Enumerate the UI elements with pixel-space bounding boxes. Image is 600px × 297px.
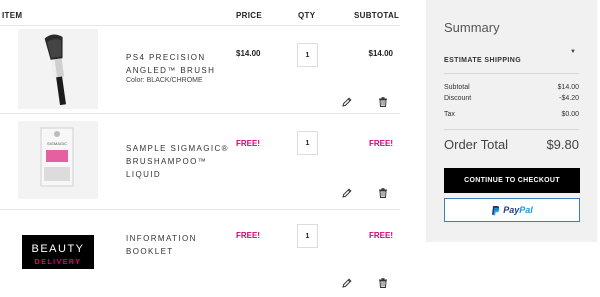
summary-line-value: $0.00 — [561, 111, 579, 118]
sample-packet-image: SIGMAGIC — [40, 127, 74, 187]
cart-row: PS4 PRECISION ANGLED™ BRUSH Color: BLACK… — [0, 26, 400, 114]
product-image-booklet[interactable]: BEAUTY DELIVERY — [18, 213, 98, 293]
cart-row: SIGMAGIC SAMPLE SIGMAGIC® BRUSHAMPOO™ LI… — [0, 117, 400, 210]
item-price: FREE! — [236, 231, 260, 240]
continue-to-checkout-button[interactable]: CONTINUE TO CHECKOUT — [444, 168, 580, 193]
product-name[interactable]: INFORMATION BOOKLET — [126, 232, 236, 258]
trash-icon[interactable] — [377, 277, 389, 289]
summary-line-label: Tax — [444, 111, 455, 118]
summary-line-label: Subtotal — [444, 84, 470, 91]
paypal-wordmark: PayPal — [503, 205, 533, 215]
item-subtotal: FREE! — [369, 231, 393, 240]
estimate-shipping-toggle[interactable]: ESTIMATE SHIPPING ▼ — [444, 49, 579, 64]
divider — [444, 73, 579, 74]
edit-pencil-icon[interactable] — [341, 96, 353, 108]
divider — [444, 129, 579, 130]
quantity-input[interactable] — [297, 131, 318, 155]
summary-line-tax: Tax $0.00 — [444, 111, 579, 118]
product-image-makeup-brush[interactable] — [18, 29, 98, 109]
summary-line-label: Discount — [444, 95, 472, 102]
product-image-sample-packet[interactable]: SIGMAGIC — [18, 121, 98, 199]
trash-icon[interactable] — [377, 96, 389, 108]
summary-line-subtotal: Subtotal $14.00 — [444, 84, 579, 91]
column-header-item: ITEM — [2, 11, 23, 20]
packet-label-text: SIGMAGIC — [47, 141, 67, 146]
order-total: Order Total $9.80 — [444, 137, 579, 152]
item-price: FREE! — [236, 139, 260, 148]
logo-line-2: DELIVERY — [35, 259, 82, 266]
column-header-subtotal: SUBTOTAL — [354, 11, 400, 20]
quantity-input[interactable] — [297, 224, 318, 248]
summary-line-value: $14.00 — [557, 84, 579, 91]
quantity-input[interactable] — [297, 43, 318, 67]
paypal-logo-icon — [492, 205, 500, 215]
chevron-down-icon: ▼ — [570, 49, 576, 55]
edit-pencil-icon[interactable] — [341, 187, 353, 199]
order-total-value: $9.80 — [546, 137, 579, 152]
summary-title: Summary — [444, 20, 500, 35]
summary-line-value: -$4.20 — [559, 95, 579, 102]
item-subtotal: FREE! — [369, 139, 393, 148]
beauty-delivery-logo: BEAUTY DELIVERY — [22, 235, 94, 269]
cart-row: BEAUTY DELIVERY INFORMATION BOOKLET FREE… — [0, 210, 400, 297]
paypal-checkout-button[interactable]: PayPal — [444, 198, 580, 222]
product-name[interactable]: PS4 PRECISION ANGLED™ BRUSH — [126, 51, 236, 77]
column-header-qty: QTY — [298, 11, 316, 20]
product-name[interactable]: SAMPLE SIGMAGIC® BRUSHAMPOO™ LIQUID — [126, 142, 236, 181]
paypal-word-pal: Pal — [519, 205, 533, 215]
product-color-label: Color: — [126, 77, 145, 84]
trash-icon[interactable] — [377, 187, 389, 199]
makeup-brush-image — [44, 34, 66, 106]
estimate-shipping-label: ESTIMATE SHIPPING — [444, 57, 522, 64]
item-subtotal: $14.00 — [368, 49, 393, 58]
order-total-label: Order Total — [444, 137, 509, 152]
edit-pencil-icon[interactable] — [341, 277, 353, 289]
column-header-price: PRICE — [236, 11, 262, 20]
paypal-word-pay: Pay — [503, 205, 520, 215]
logo-line-1: BEAUTY — [31, 243, 84, 255]
order-summary-panel: Summary ESTIMATE SHIPPING ▼ Subtotal $14… — [426, 0, 597, 242]
product-color-value: BLACK/CHROME — [146, 77, 203, 84]
summary-line-discount: Discount -$4.20 — [444, 95, 579, 102]
item-price: $14.00 — [236, 49, 261, 58]
product-color: Color: BLACK/CHROME — [126, 77, 203, 84]
cart-header: ITEM PRICE QTY SUBTOTAL — [0, 0, 400, 26]
